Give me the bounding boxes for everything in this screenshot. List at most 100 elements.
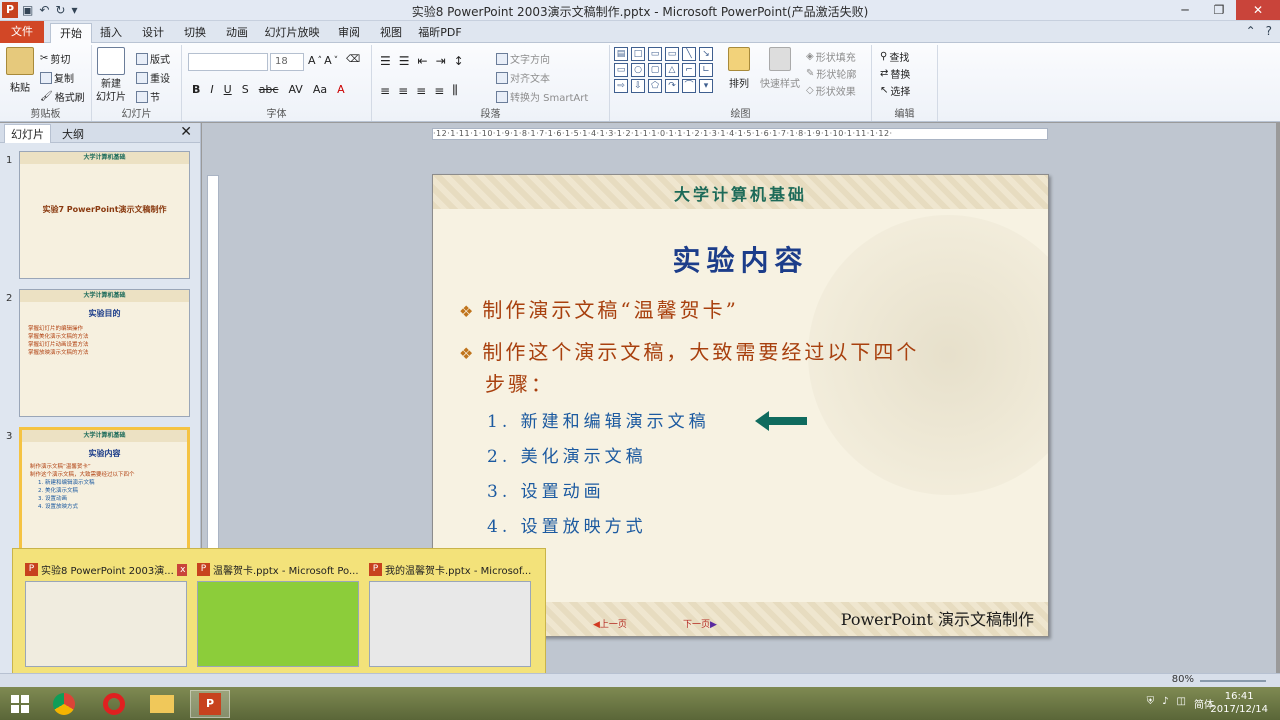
char-spacing-icon[interactable]: AV <box>288 83 302 96</box>
align-text-button[interactable]: 对齐文本 <box>496 70 550 85</box>
font-family-combo[interactable] <box>188 53 268 71</box>
slide-thumbnail-1[interactable]: 大学计算机基础 实验7 PowerPoint演示文稿制作 <box>19 151 190 279</box>
font-color-icon[interactable]: A <box>337 83 345 96</box>
opera-taskbar-button[interactable] <box>94 690 134 718</box>
step-1[interactable]: 1. 新建和编辑演示文稿 <box>487 407 710 432</box>
arrow-line-shape-icon[interactable]: ↘ <box>699 47 713 61</box>
strikethrough-icon[interactable]: abc <box>259 83 279 96</box>
close-icon[interactable]: ✕ <box>1236 0 1280 20</box>
increase-indent-icon[interactable]: ⇥ <box>436 54 446 68</box>
preview-window-1[interactable]: P 实验8 PowerPoint 2003演... x <box>25 561 187 671</box>
rounded-rect-shape-icon[interactable]: ▢ <box>648 63 662 77</box>
underline-icon[interactable]: U <box>224 83 232 96</box>
bracket-shape-icon[interactable]: ⌐ <box>682 63 696 77</box>
network-icon[interactable]: ◫ <box>1177 696 1186 711</box>
help-icon[interactable]: ? <box>1266 24 1272 38</box>
start-button[interactable] <box>0 690 40 718</box>
line-shape-icon[interactable]: ╲ <box>682 47 696 61</box>
tab-file[interactable]: 文件 <box>0 21 44 43</box>
shape-fill-button[interactable]: ◈ 形状填充 <box>806 49 856 64</box>
pentagon-shape-icon[interactable]: ⬠ <box>648 79 662 93</box>
format-painter-button[interactable]: 🖌 格式刷 <box>40 89 85 104</box>
oval-shape-icon[interactable]: ○ <box>631 63 645 77</box>
prev-page-button[interactable]: ◀上一页 <box>593 617 627 630</box>
tab-insert[interactable]: 插入 <box>96 23 126 43</box>
preview-window-3[interactable]: P 我的温馨贺卡.pptx - Microsof... <box>369 561 531 671</box>
horizontal-ruler[interactable]: ·12·1·11·1·10·1·9·1·8·1·7·1·6·1·5·1·4·1·… <box>432 128 1048 140</box>
align-center-icon[interactable]: ≡ <box>398 84 408 98</box>
layout-button[interactable]: 版式 <box>136 51 170 66</box>
tab-view[interactable]: 视图 <box>376 23 406 43</box>
tab-review[interactable]: 审阅 <box>334 23 364 43</box>
elbow-shape-icon[interactable]: ∟ <box>699 63 713 77</box>
italic-icon[interactable]: I <box>210 83 213 96</box>
system-clock[interactable]: 16:41 2017/12/14 <box>1210 690 1268 716</box>
tab-home[interactable]: 开始 <box>50 23 92 43</box>
shape-outline-button[interactable]: ✎ 形状轮廓 <box>806 66 856 81</box>
line-spacing-icon[interactable]: ↕ <box>454 54 464 68</box>
cut-button[interactable]: ✂ 剪切 <box>40 51 70 66</box>
tab-design[interactable]: 设计 <box>138 23 168 43</box>
textbox-shape-icon[interactable]: ▤ <box>614 47 628 61</box>
right-arrow-shape-icon[interactable]: ⇨ <box>614 79 628 93</box>
tab-outline[interactable]: 大纲 <box>62 126 84 142</box>
shadow-icon[interactable]: S <box>242 83 249 96</box>
curve-shape-icon[interactable]: ↷ <box>665 79 679 93</box>
rect-shape-icon[interactable]: ▭ <box>614 63 628 77</box>
numbering-icon[interactable]: ☰ <box>399 54 410 68</box>
rect3-shape-icon[interactable]: ▭ <box>665 47 679 61</box>
rectangle-shape-icon[interactable]: □ <box>631 47 645 61</box>
align-left-icon[interactable]: ≡ <box>380 84 390 98</box>
step-4[interactable]: 4. 设置放映方式 <box>487 512 647 537</box>
collapse-ribbon-icon[interactable]: ⌃ <box>1246 24 1256 38</box>
change-case-icon[interactable]: Aa <box>313 83 327 96</box>
left-arrow-shape-icon[interactable] <box>755 411 807 431</box>
step-2[interactable]: 2. 美化演示文稿 <box>487 442 647 467</box>
replace-button[interactable]: ⇄ 替换 <box>880 66 910 81</box>
restore-icon[interactable]: ❐ <box>1202 0 1236 20</box>
powerpoint-taskbar-button[interactable]: P <box>190 690 230 718</box>
reset-button[interactable]: 重设 <box>136 70 170 85</box>
copy-button[interactable]: 复制 <box>40 70 74 85</box>
volume-icon[interactable]: ♪ <box>1162 696 1168 711</box>
font-size-combo[interactable]: 18 <box>270 53 304 71</box>
shield-icon[interactable]: ⛨ <box>1147 696 1155 711</box>
minimize-icon[interactable]: ─ <box>1168 0 1202 20</box>
arc-shape-icon[interactable]: ⌒ <box>682 79 696 93</box>
shape-effects-button[interactable]: ◇ 形状效果 <box>806 83 856 98</box>
tab-animations[interactable]: 动画 <box>222 23 252 43</box>
slide-thumbnail-3[interactable]: 大学计算机基础 实验内容 制作演示文稿“温馨贺卡” 制作这个演示文稿，大致需要经… <box>19 427 190 555</box>
step-3[interactable]: 3. 设置动画 <box>487 477 605 502</box>
vertical-ruler[interactable] <box>207 175 219 555</box>
zoom-level[interactable]: 80% <box>1172 674 1194 685</box>
rectangle2-shape-icon[interactable]: ▭ <box>648 47 662 61</box>
section-button[interactable]: 节 <box>136 89 160 104</box>
select-button[interactable]: ↖ 选择 <box>880 83 910 98</box>
tab-slideshow[interactable]: 幻灯片放映 <box>264 23 320 43</box>
decrease-indent-icon[interactable]: ⇤ <box>418 54 428 68</box>
paste-button[interactable]: 粘贴 <box>6 47 34 94</box>
file-explorer-taskbar-button[interactable] <box>142 690 182 718</box>
justify-icon[interactable]: ≡ <box>434 84 444 98</box>
shapes-gallery[interactable]: ▤ □ ▭ ▭ ╲ ↘ ▭ ○ ▢ △ ⌐ ∟ ⇨ ⇩ ⬠ ↷ ⌒ ▾ <box>614 47 714 93</box>
align-right-icon[interactable]: ≡ <box>416 84 426 98</box>
new-slide-button[interactable]: 新建 幻灯片 <box>96 47 126 103</box>
bullet-2[interactable]: ❖ 制作这个演示文稿，大致需要经过以下四个 <box>459 335 919 371</box>
next-page-button[interactable]: 下一页▶ <box>683 617 717 630</box>
slide-thumbnail-2[interactable]: 大学计算机基础 实验目的 掌握幻灯片的编辑操作 掌握美化演示文稿的方法 掌握幻灯… <box>19 289 190 417</box>
find-button[interactable]: ⚲ 查找 <box>880 49 909 64</box>
smartart-button[interactable]: 转换为 SmartArt <box>496 89 588 104</box>
tab-slides[interactable]: 幻灯片 <box>4 124 51 143</box>
slide-title[interactable]: 实验内容 <box>433 239 1048 279</box>
triangle-shape-icon[interactable]: △ <box>665 63 679 77</box>
close-preview-icon[interactable]: x <box>176 563 187 576</box>
zoom-slider[interactable] <box>1200 680 1266 682</box>
grow-font-icon[interactable]: A ˄ A ˅ <box>308 54 338 67</box>
text-direction-button[interactable]: 文字方向 <box>496 51 550 66</box>
preview-window-2[interactable]: P 温馨贺卡.pptx - Microsoft Po... <box>197 561 359 671</box>
down-arrow-shape-icon[interactable]: ⇩ <box>631 79 645 93</box>
chrome-taskbar-button[interactable] <box>44 690 84 718</box>
bullets-icon[interactable]: ☰ <box>380 54 391 68</box>
columns-icon[interactable]: ⫼ <box>452 83 458 98</box>
bullet-2-continued[interactable]: 步骤： <box>485 367 554 401</box>
